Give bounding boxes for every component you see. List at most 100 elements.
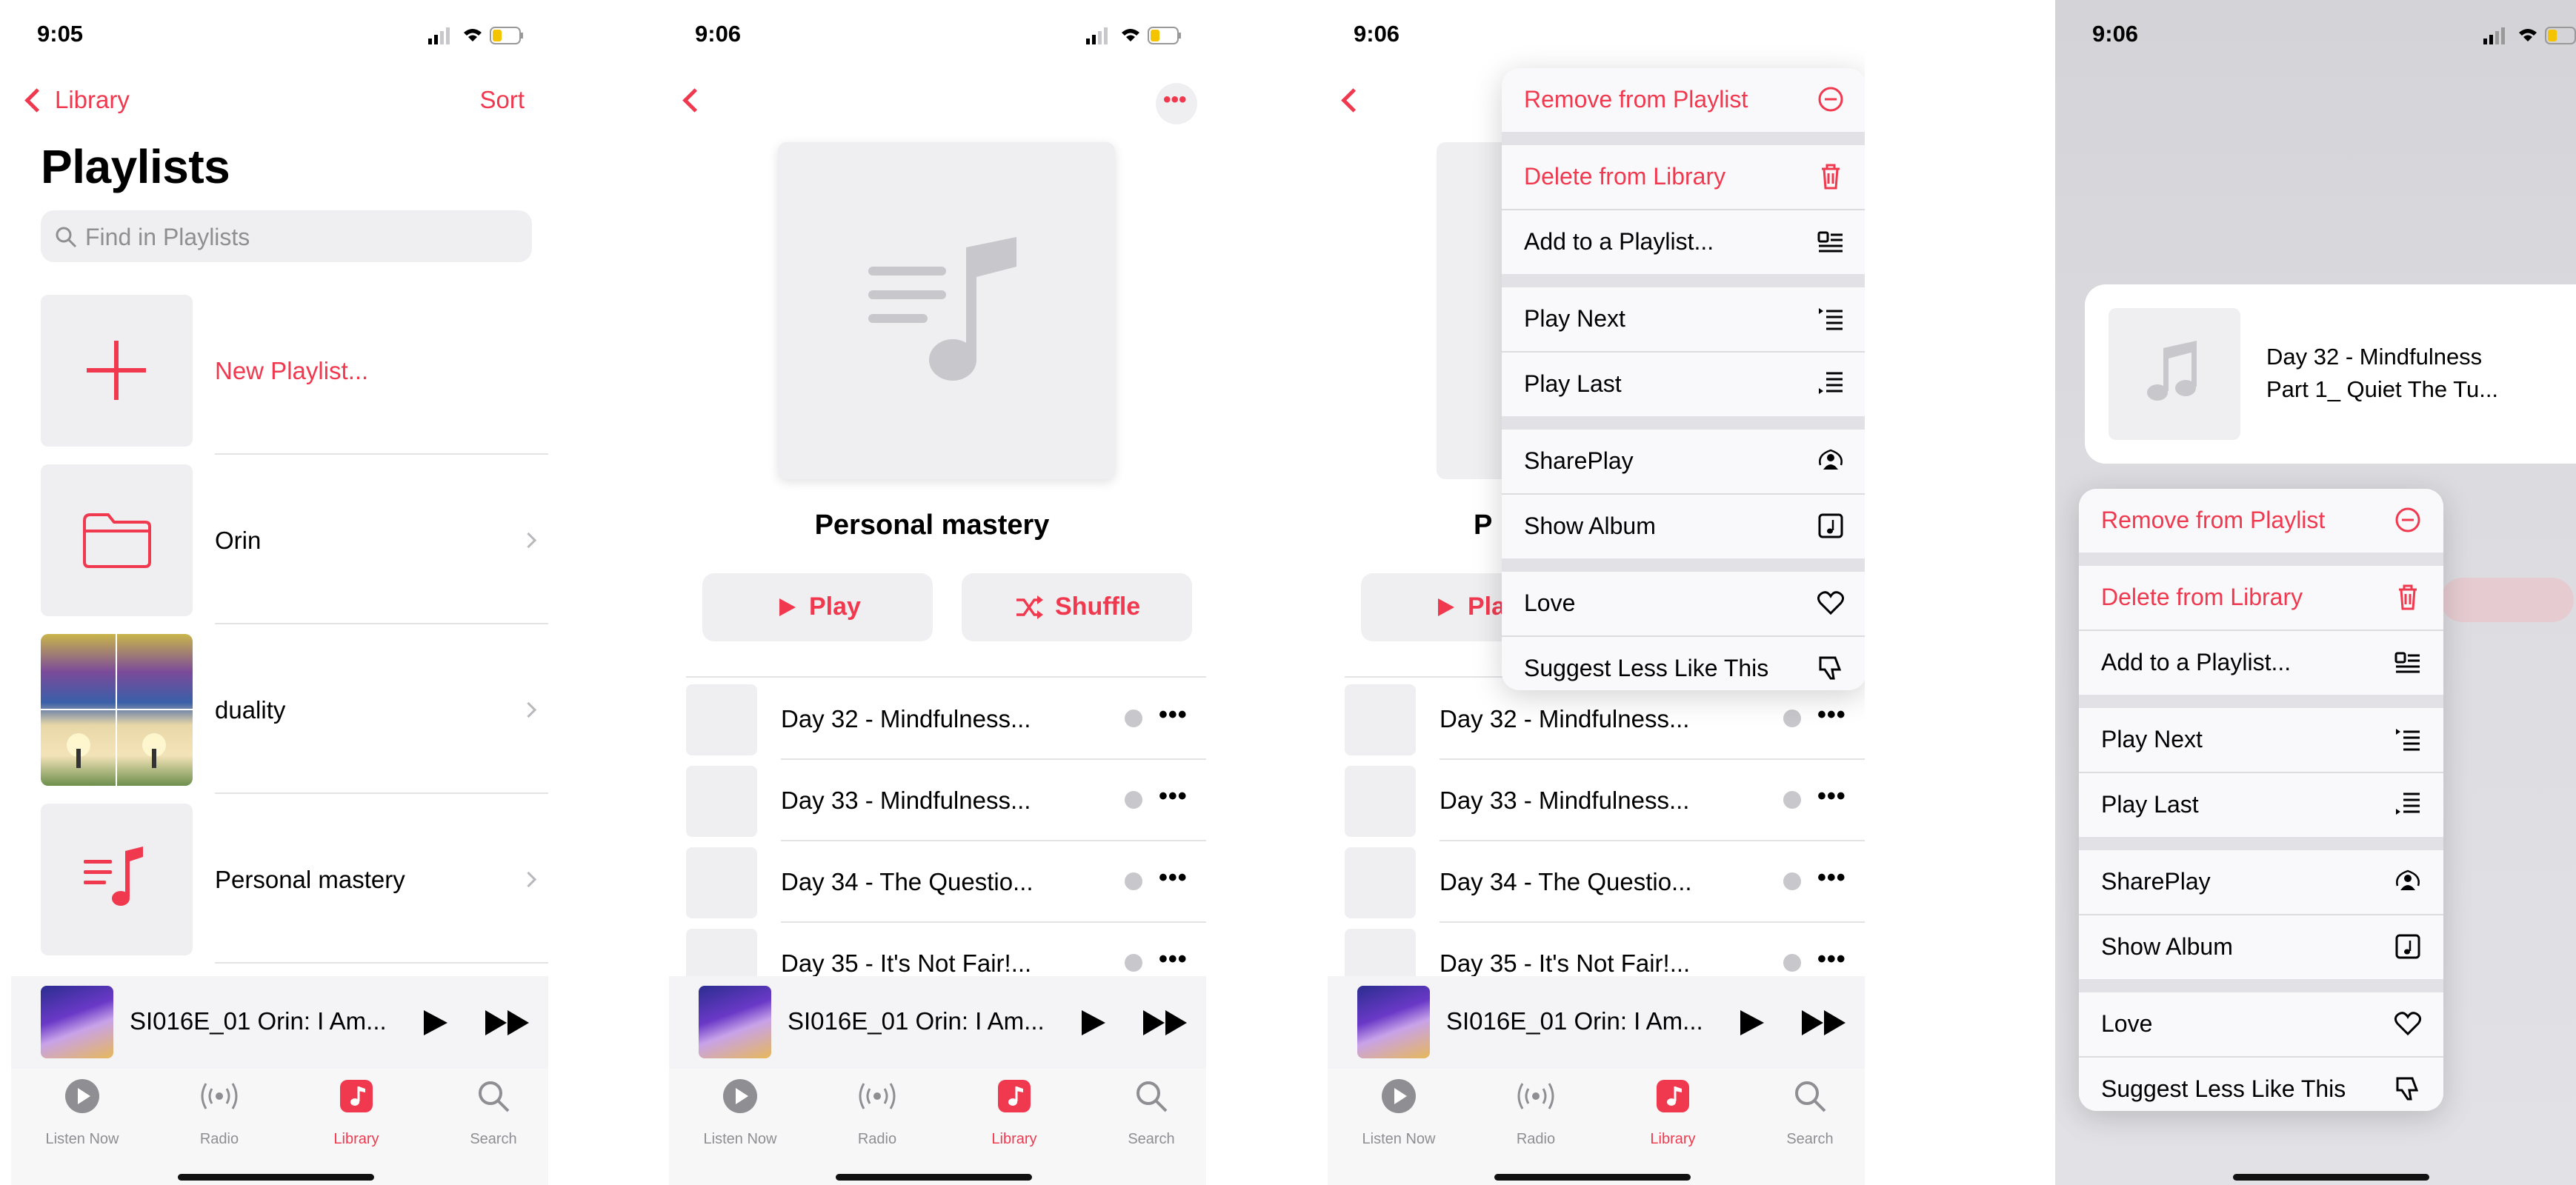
playlist-menu-screen: 9:06 P Pla Day 32 - Mindfulness... ••• D…	[1317, 0, 1865, 1185]
menu-item-love[interactable]: Love	[1502, 572, 1865, 635]
song-title[interactable]: Day 33 - Mindfulness...	[1440, 787, 1689, 815]
mini-player[interactable]: SI016E_01 Orin: I Am...	[11, 976, 548, 1069]
trash-icon	[1822, 164, 1840, 190]
ellipsis-icon[interactable]: •••	[1817, 701, 1846, 730]
menu-item-delete-from-library[interactable]: Delete from Library	[2079, 566, 2443, 630]
playlist-title-partial: P	[1474, 510, 1493, 541]
menu-item-shareplay[interactable]: SharePlay	[1502, 430, 1865, 493]
song-title[interactable]: Day 35 - It's Not Fair!...	[1440, 949, 1690, 978]
back-chevron-icon[interactable]	[24, 88, 49, 113]
tab-label: Listen Now	[1362, 1131, 1436, 1147]
listen-now-icon	[723, 1079, 757, 1113]
playlist-row-personal-mastery[interactable]: Personal mastery	[215, 866, 405, 894]
song-title[interactable]: Day 35 - It's Not Fair!...	[781, 949, 1031, 978]
play-icon[interactable]	[422, 1009, 449, 1037]
menu-group-gap	[1502, 132, 1865, 145]
menu-item-love[interactable]: Love	[2079, 992, 2443, 1056]
search-input[interactable]: Find in Playlists	[41, 210, 532, 262]
tab-label: Search	[1786, 1131, 1834, 1147]
menu-item-shareplay[interactable]: SharePlay	[2079, 850, 2443, 914]
song-preview-card[interactable]: Day 32 - Mindfulness Part 1_ Quiet The T…	[2085, 284, 2576, 464]
tab-radio[interactable]: Radio	[1473, 1078, 1599, 1147]
fast-forward-icon[interactable]	[1142, 1009, 1189, 1037]
shuffle-button[interactable]: Shuffle	[962, 573, 1192, 641]
ellipsis-icon[interactable]: •••	[1817, 782, 1846, 811]
tab-radio[interactable]: Radio	[814, 1078, 940, 1147]
fast-forward-icon[interactable]	[1800, 1009, 1848, 1037]
shuffle-label: Shuffle	[1055, 592, 1141, 621]
play-button[interactable]: Play	[702, 573, 933, 641]
menu-item-suggest-less[interactable]: Suggest Less Like This	[2079, 1058, 2443, 1111]
menu-item-add-to-playlist[interactable]: Add to a Playlist...	[1502, 210, 1865, 274]
shareplay-icon	[1819, 449, 1843, 470]
mini-player[interactable]: SI016E_01 Orin: I Am...	[669, 976, 1206, 1069]
tab-library[interactable]: Library	[951, 1078, 1077, 1147]
ellipsis-icon[interactable]: •••	[1159, 864, 1188, 892]
mini-player-title: SI016E_01 Orin: I Am...	[788, 1007, 1045, 1035]
duality-artwork[interactable]	[41, 634, 193, 786]
tab-library[interactable]: Library	[1610, 1078, 1736, 1147]
playlists-screen: 9:05 Library Sort Playlists Find in Play…	[0, 0, 548, 1185]
tab-listen-now[interactable]: Listen Now	[19, 1078, 145, 1147]
mini-player[interactable]: SI016E_01 Orin: I Am...	[1328, 976, 1865, 1069]
thumbs-down-icon	[2396, 1077, 2419, 1101]
playlist-row-orin[interactable]: Orin	[215, 527, 261, 555]
separator	[215, 453, 548, 455]
song-title[interactable]: Day 34 - The Questio...	[1440, 868, 1692, 896]
tab-search[interactable]: Search	[1747, 1078, 1865, 1147]
listen-now-icon	[1382, 1079, 1416, 1113]
separator	[781, 921, 1206, 923]
menu-item-remove-from-playlist[interactable]: Remove from Playlist	[2079, 489, 2443, 553]
ellipsis-icon[interactable]: •••	[1817, 864, 1846, 892]
personal-mastery-tile[interactable]	[41, 804, 193, 955]
new-playlist-tile[interactable]	[41, 295, 193, 447]
sort-button[interactable]: Sort	[479, 86, 525, 114]
playlist-row-duality[interactable]: duality	[215, 696, 285, 724]
tab-search[interactable]: Search	[430, 1078, 548, 1147]
more-button[interactable]: •••	[1156, 83, 1197, 124]
play-icon[interactable]	[1739, 1009, 1765, 1037]
fast-forward-icon[interactable]	[484, 1009, 531, 1037]
ellipsis-icon[interactable]: •••	[1159, 701, 1188, 730]
music-note-icon	[2147, 341, 2197, 401]
menu-item-play-next[interactable]: Play Next	[2079, 708, 2443, 772]
song-title[interactable]: Day 34 - The Questio...	[781, 868, 1034, 896]
chevron-right-icon	[520, 871, 537, 888]
ellipsis-icon[interactable]: •••	[1159, 945, 1188, 974]
song-artwork	[1345, 766, 1416, 837]
tab-library[interactable]: Library	[293, 1078, 419, 1147]
back-button[interactable]: Library	[55, 86, 130, 114]
menu-item-add-to-playlist[interactable]: Add to a Playlist...	[2079, 631, 2443, 695]
tab-listen-now[interactable]: Listen Now	[677, 1078, 803, 1147]
menu-item-play-last[interactable]: Play Last	[2079, 773, 2443, 837]
song-title[interactable]: Day 32 - Mindfulness...	[1440, 705, 1689, 733]
play-next-icon	[1819, 308, 1843, 330]
play-label: Pla	[1468, 592, 1506, 621]
play-icon[interactable]	[1080, 1009, 1107, 1037]
back-chevron-icon[interactable]	[682, 88, 707, 113]
search-placeholder: Find in Playlists	[85, 224, 250, 250]
music-note-icon	[868, 237, 1016, 381]
orin-folder-tile[interactable]	[41, 464, 193, 616]
tab-bar: Listen Now Radio Library Search	[11, 1069, 548, 1185]
new-playlist-button[interactable]: New Playlist...	[215, 357, 368, 385]
tab-search[interactable]: Search	[1088, 1078, 1206, 1147]
menu-item-suggest-less[interactable]: Suggest Less Like This	[1502, 637, 1865, 690]
back-chevron-icon[interactable]	[1341, 88, 1365, 113]
menu-item-play-next[interactable]: Play Next	[1502, 287, 1865, 351]
menu-item-show-album[interactable]: Show Album	[2079, 915, 2443, 979]
menu-item-remove-from-playlist[interactable]: Remove from Playlist	[1502, 68, 1865, 132]
song-title-line2: Part 1_ Quiet The Tu...	[2266, 376, 2499, 402]
tab-radio[interactable]: Radio	[156, 1078, 282, 1147]
menu-item-show-album[interactable]: Show Album	[1502, 495, 1865, 558]
song-title[interactable]: Day 33 - Mindfulness...	[781, 787, 1031, 815]
ellipsis-icon[interactable]: •••	[1817, 945, 1846, 974]
tab-listen-now[interactable]: Listen Now	[1336, 1078, 1462, 1147]
song-title[interactable]: Day 32 - Mindfulness...	[781, 705, 1031, 733]
menu-item-play-last[interactable]: Play Last	[1502, 353, 1865, 416]
heart-icon	[1817, 591, 1845, 615]
tab-label: Radio	[199, 1131, 239, 1147]
menu-group-gap	[1502, 274, 1865, 287]
ellipsis-icon[interactable]: •••	[1159, 782, 1188, 811]
menu-item-delete-from-library[interactable]: Delete from Library	[1502, 145, 1865, 209]
